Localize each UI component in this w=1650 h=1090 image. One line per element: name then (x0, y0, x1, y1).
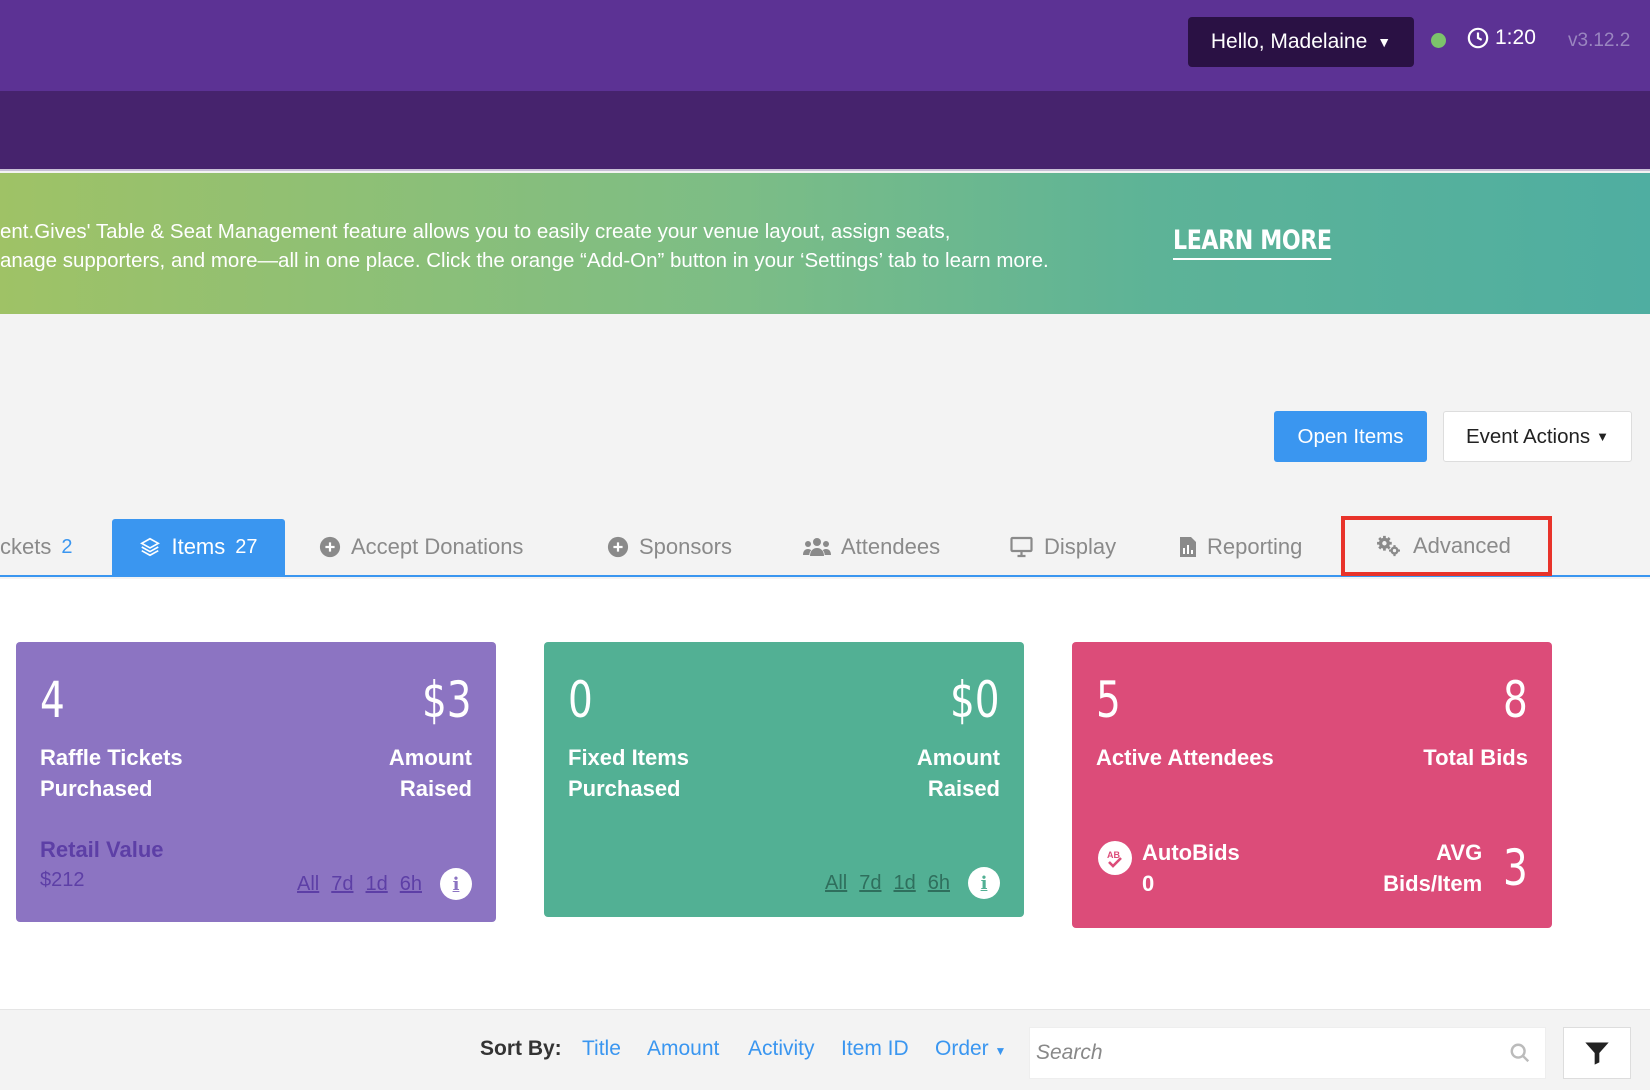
sort-toolbar: Sort By: Title Amount Activity Item ID O… (0, 1009, 1650, 1090)
autobids-stat: AB AutoBids 0 (1098, 837, 1240, 899)
retail-value-amount: $212 (40, 869, 85, 891)
sort-amount-link[interactable]: Amount (647, 1037, 719, 1061)
tab-label: Reporting (1207, 534, 1303, 559)
event-actions-label: Event Actions (1465, 424, 1591, 448)
range-7d-link[interactable]: 7d (331, 873, 353, 896)
fixed-amount: $0 (950, 671, 1000, 729)
range-all-link[interactable]: All (297, 873, 319, 896)
raffle-stats-card: 4 $3 Raffle Tickets Purchased Amount Rai… (16, 642, 496, 922)
sort-title-link[interactable]: Title (582, 1037, 621, 1061)
tab-label: Sponsors (639, 534, 732, 559)
fixed-amount-label: Amount Raised (916, 745, 1000, 801)
tab-reporting[interactable]: Reporting (1179, 519, 1302, 575)
time-range-filter: All 7d 1d 6h i (297, 868, 472, 900)
tab-label: Items (171, 534, 226, 559)
tab-sponsors[interactable]: Sponsors (607, 519, 732, 575)
banner-line-1: ent.Gives' Table & Seat Management featu… (0, 220, 951, 243)
retail-value-label: Retail Value (40, 837, 164, 862)
autobids-label: AutoBids (1142, 840, 1240, 865)
total-bids-label: Total Bids (1423, 745, 1528, 770)
tab-label: Accept Donations (351, 534, 524, 559)
fixed-count: 0 (568, 671, 593, 729)
tab-label: Display (1044, 534, 1117, 559)
range-all-link[interactable]: All (825, 872, 847, 895)
clock-icon (1467, 27, 1489, 49)
attendee-stats-card: 5 8 Active Attendees Total Bids AB AutoB… (1072, 642, 1552, 928)
online-status-dot (1431, 33, 1446, 48)
total-bids-count: 8 (1503, 671, 1528, 729)
caret-down-icon: ▼ (1596, 429, 1610, 444)
time-range-filter: All 7d 1d 6h i (825, 867, 1000, 899)
filter-button[interactable] (1563, 1027, 1631, 1079)
learn-more-link[interactable]: LEARN MORE (1173, 225, 1332, 260)
raffle-amount-label: Amount Raised (388, 745, 472, 801)
retail-value: Retail Value $212 (40, 837, 164, 892)
active-attendees-count: 5 (1096, 671, 1121, 729)
raffle-count-label: Raffle Tickets Purchased (40, 745, 183, 801)
tab-accept-donations[interactable]: Accept Donations (319, 519, 523, 575)
open-items-button[interactable]: Open Items (1274, 411, 1427, 462)
sort-order-label: Order (935, 1037, 989, 1060)
caret-down-icon: ▼ (1377, 34, 1392, 50)
sort-order-dropdown[interactable]: Order ▼ (935, 1037, 1006, 1061)
fixed-count-label: Fixed Items Purchased (568, 745, 690, 801)
user-greeting: Hello, Madelaine (1210, 30, 1368, 53)
search-input[interactable] (1036, 1028, 1476, 1078)
event-actions-dropdown[interactable]: Event Actions ▼ (1443, 411, 1632, 462)
user-menu-button[interactable]: Hello, Madelaine ▼ (1188, 17, 1414, 67)
avg-bids-value: 3 (1503, 839, 1528, 897)
tab-count: 2 (61, 535, 73, 558)
sort-by-label: Sort By: (480, 1037, 562, 1060)
sort-activity-link[interactable]: Activity (748, 1037, 815, 1061)
search-icon[interactable] (1509, 1042, 1531, 1064)
info-icon[interactable]: i (968, 867, 1000, 899)
items-dashboard: 4 $3 Raffle Tickets Purchased Amount Rai… (0, 579, 1650, 1009)
raffle-amount: $3 (422, 671, 472, 729)
autobid-icon-text: AB (1107, 850, 1120, 860)
layers-icon (139, 536, 161, 558)
tab-advanced[interactable]: Advanced (1341, 516, 1552, 576)
tab-tickets[interactable]: ckets 2 (0, 519, 72, 575)
promo-banner: ent.Gives' Table & Seat Management featu… (0, 173, 1650, 314)
info-icon[interactable]: i (440, 868, 472, 900)
autobids-value: 0 (1142, 871, 1155, 896)
gears-icon (1375, 535, 1403, 557)
report-file-icon (1179, 536, 1197, 558)
autobid-icon: AB (1098, 841, 1132, 875)
avg-bids-stat: AVG Bids/Item 3 (1372, 837, 1528, 899)
range-7d-link[interactable]: 7d (859, 872, 881, 895)
tab-display[interactable]: Display (1009, 519, 1116, 575)
tab-attendees[interactable]: Attendees (803, 519, 940, 575)
top-bar: Hello, Madelaine ▼ 1:20 v3.12.2 (0, 0, 1650, 91)
range-6h-link[interactable]: 6h (928, 872, 950, 895)
monitor-icon (1009, 536, 1034, 558)
tab-label: ckets (0, 534, 52, 559)
caret-down-icon: ▼ (994, 1044, 1007, 1058)
banner-line-2: anage supporters, and more—all in one pl… (0, 249, 1049, 272)
sort-item-id-link[interactable]: Item ID (841, 1037, 909, 1061)
tab-label: Advanced (1413, 533, 1511, 558)
range-6h-link[interactable]: 6h (400, 873, 422, 896)
range-1d-link[interactable]: 1d (366, 873, 388, 896)
tab-label: Attendees (841, 534, 941, 559)
event-tabs: ckets 2 Items 27 Accept Donations Sponso… (0, 516, 1650, 577)
search-box (1029, 1027, 1546, 1079)
app-version: v3.12.2 (1568, 30, 1631, 51)
plus-circle-icon (319, 536, 341, 558)
sub-header-bar (0, 91, 1650, 171)
clock-time: 1:20 (1495, 26, 1536, 49)
users-icon (803, 536, 831, 558)
session-clock: 1:20 (1467, 26, 1536, 50)
plus-circle-icon (607, 536, 629, 558)
tab-count: 27 (235, 535, 258, 558)
tab-items[interactable]: Items 27 (112, 519, 285, 575)
filter-icon (1585, 1042, 1609, 1065)
active-attendees-label: Active Attendees (1096, 745, 1274, 770)
raffle-count: 4 (40, 671, 65, 729)
banner-text: ent.Gives' Table & Seat Management featu… (0, 217, 1120, 275)
fixed-items-stats-card: 0 $0 Fixed Items Purchased Amount Raised… (544, 642, 1024, 917)
avg-bids-label: AVG Bids/Item (1383, 840, 1483, 896)
range-1d-link[interactable]: 1d (894, 872, 916, 895)
